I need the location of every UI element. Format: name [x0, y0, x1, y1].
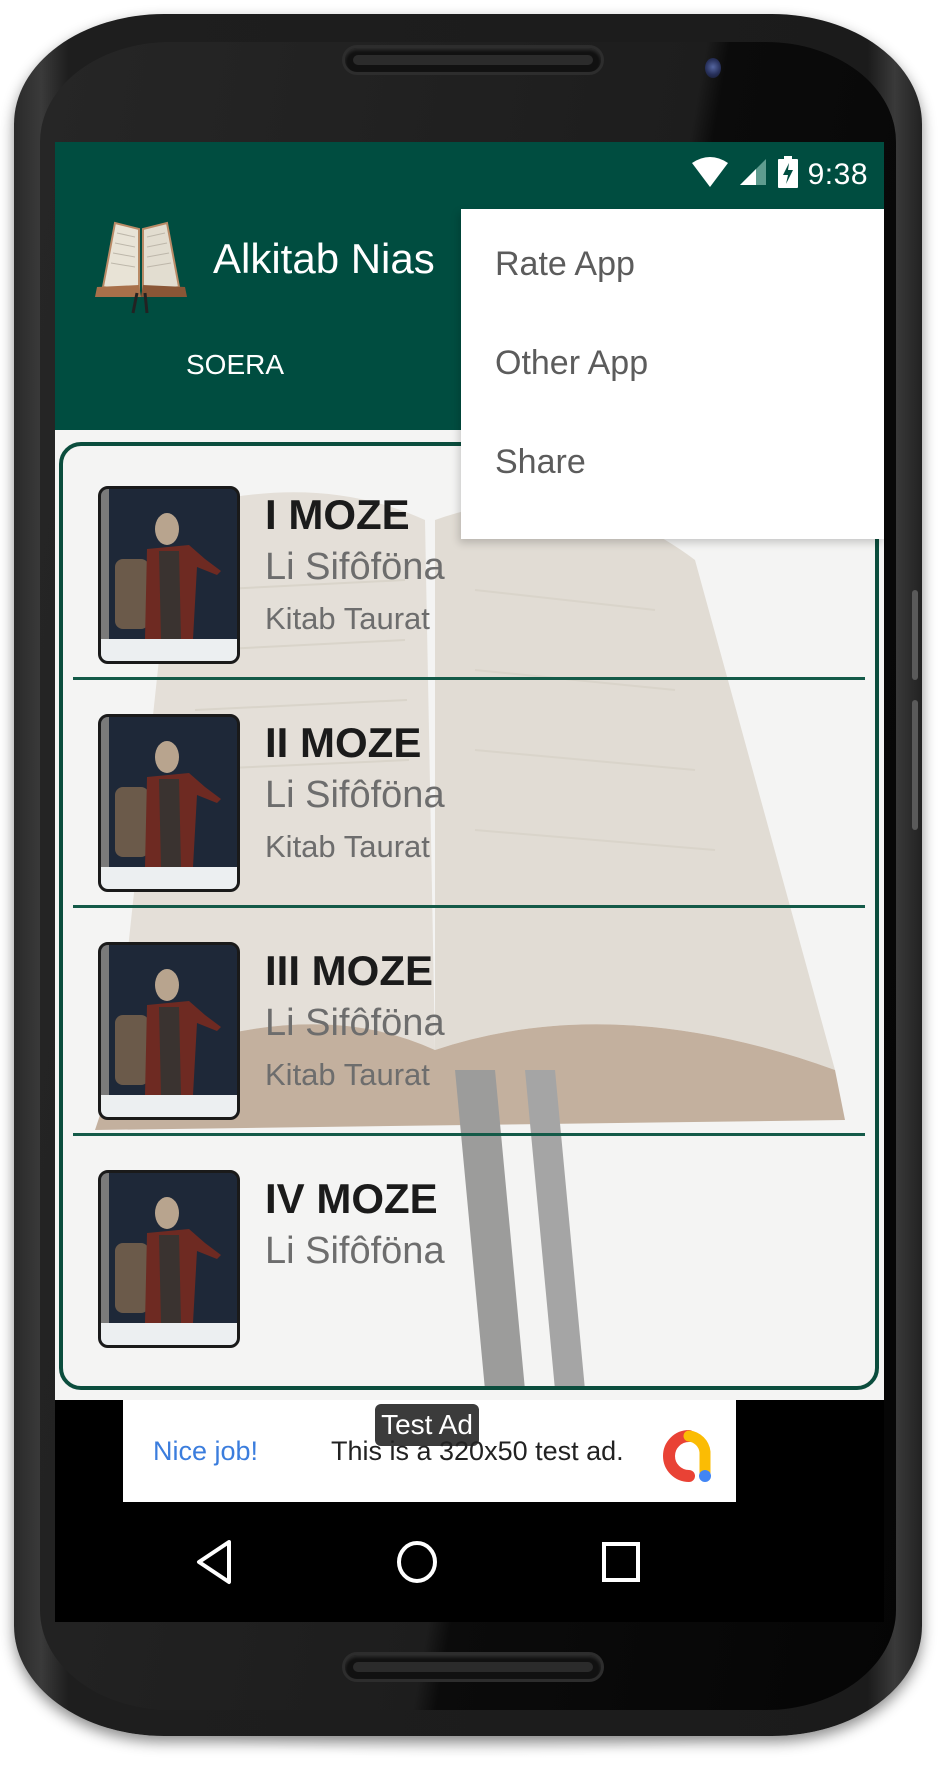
- book-subtitle: Li Sifôföna: [265, 774, 445, 816]
- book-subtitle: Li Sifôföna: [265, 1230, 445, 1272]
- menu-item-share[interactable]: Share: [461, 407, 884, 517]
- book-list-area: I MOZE Li Sifôföna Kitab Taurat II MOZE …: [55, 430, 884, 1400]
- book-title: IV MOZE: [265, 1175, 438, 1222]
- navigation-bar: [55, 1512, 884, 1622]
- menu-item-other-app[interactable]: Other App: [461, 308, 884, 418]
- battery-charging-icon: [777, 156, 798, 193]
- book-list-item[interactable]: II MOZE Li Sifôföna Kitab Taurat: [63, 674, 875, 930]
- status-time: 9:38: [807, 157, 868, 191]
- moses-cover-image: [98, 714, 240, 892]
- tab-soera[interactable]: SOERA: [155, 325, 315, 405]
- wifi-icon: [691, 157, 728, 192]
- book-list: I MOZE Li Sifôföna Kitab Taurat II MOZE …: [59, 442, 879, 1390]
- ad-banner[interactable]: Test Ad Nice job! This is a 320x50 test …: [123, 1400, 736, 1502]
- home-icon: [397, 1541, 437, 1583]
- book-title: III MOZE: [265, 947, 433, 994]
- admob-logo-icon: [663, 1430, 711, 1482]
- moses-cover-image: [98, 486, 240, 664]
- ad-text: This is a 320x50 test ad.: [331, 1436, 624, 1466]
- moses-cover-image: [98, 1170, 240, 1348]
- moses-cover-image: [98, 942, 240, 1120]
- power-button: [912, 700, 918, 830]
- book-title: II MOZE: [265, 719, 422, 766]
- front-camera: [705, 58, 721, 78]
- earpiece-speaker: [342, 45, 604, 75]
- book-subtitle: Li Sifôföna: [265, 546, 445, 588]
- book-subtitle: Li Sifôföna: [265, 1002, 445, 1044]
- overflow-menu: Rate App Other App Share: [461, 209, 884, 539]
- bottom-speaker: [342, 1652, 604, 1682]
- book-category: Kitab Taurat: [265, 829, 430, 864]
- back-icon: [197, 1540, 231, 1584]
- back-button[interactable]: [175, 1530, 255, 1594]
- open-bible-icon: [95, 221, 187, 314]
- recents-icon: [602, 1542, 640, 1582]
- recents-button[interactable]: [581, 1530, 661, 1594]
- ad-area: Test Ad Nice job! This is a 320x50 test …: [55, 1400, 884, 1512]
- status-icons: 9:38: [691, 142, 868, 207]
- status-bar: 9:38: [55, 142, 884, 207]
- device-screen: 9:38 Alkitab Nias SOERA I MOZE Li Sifôfö…: [55, 142, 884, 1622]
- cell-signal-icon: [738, 157, 768, 192]
- book-title: I MOZE: [265, 491, 410, 538]
- book-list-item[interactable]: III MOZE Li Sifôföna Kitab Taurat: [63, 902, 875, 1158]
- book-category: Kitab Taurat: [265, 601, 430, 636]
- app-title: Alkitab Nias: [213, 235, 435, 282]
- ad-cta-link[interactable]: Nice job!: [153, 1436, 258, 1467]
- volume-button: [912, 590, 918, 680]
- menu-item-rate-app[interactable]: Rate App: [461, 209, 884, 319]
- book-list-item[interactable]: IV MOZE Li Sifôföna: [63, 1130, 875, 1386]
- book-category: Kitab Taurat: [265, 1057, 430, 1092]
- home-button[interactable]: [377, 1530, 457, 1594]
